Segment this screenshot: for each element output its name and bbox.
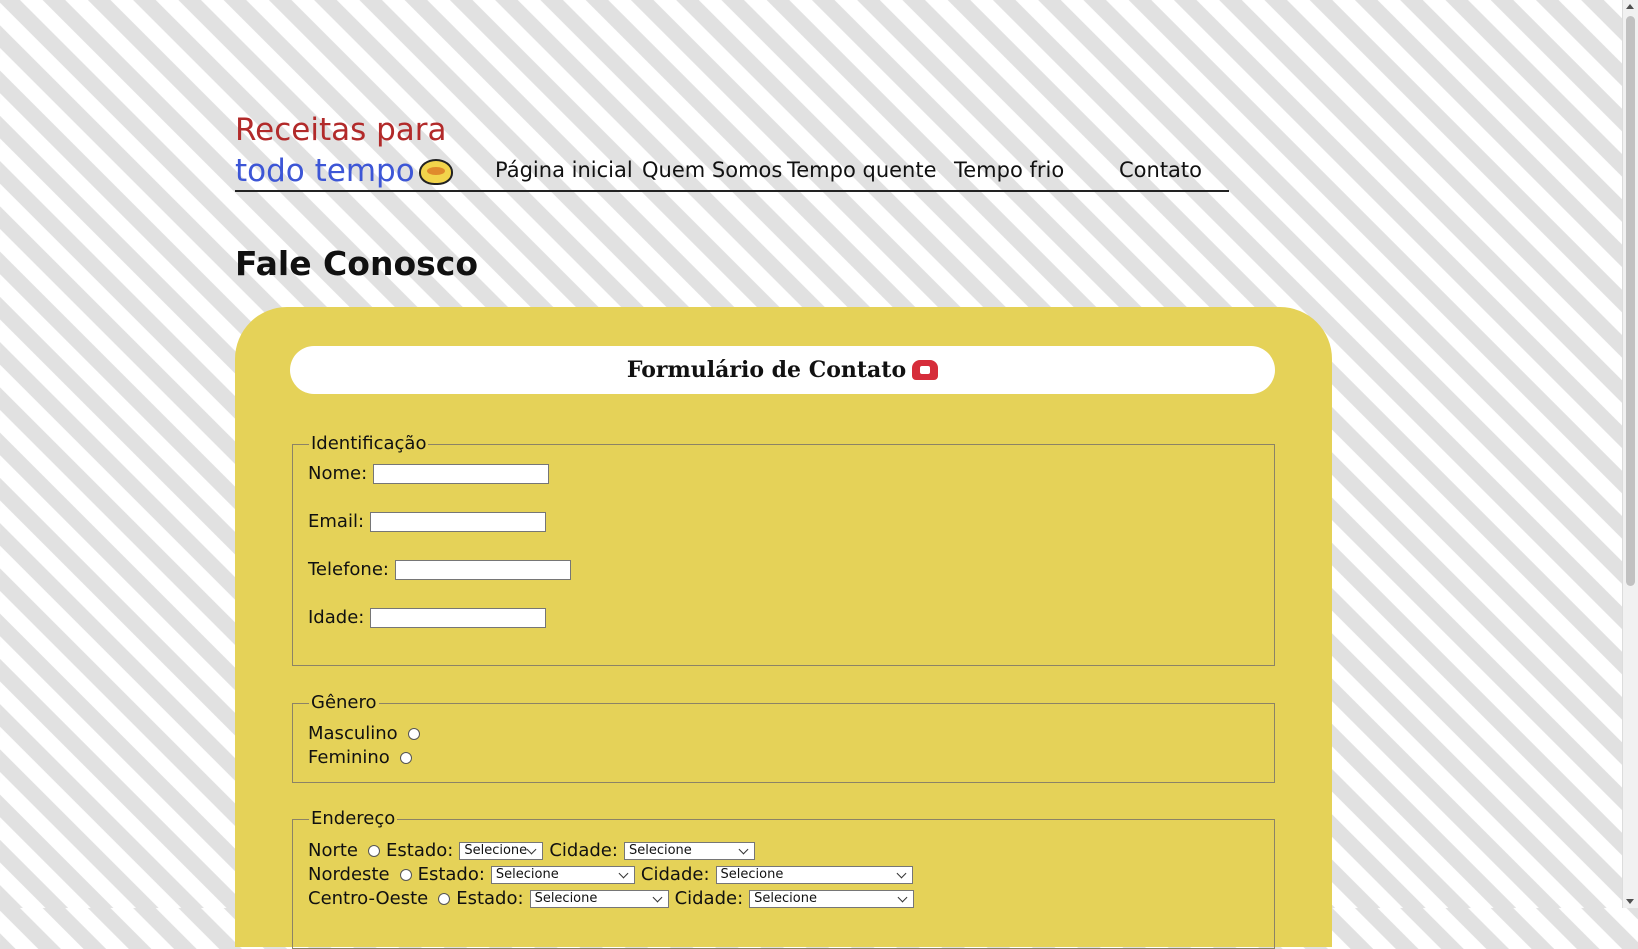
nav-cold-weather[interactable]: Tempo frio bbox=[954, 158, 1064, 182]
identification-fieldset: Identificação Nome: Email: Telefone: Ida… bbox=[292, 433, 1275, 666]
chevron-down-icon bbox=[897, 892, 908, 902]
name-label: Nome: bbox=[308, 463, 368, 484]
age-row: Idade: bbox=[308, 607, 547, 628]
phone-input[interactable] bbox=[394, 559, 571, 580]
gender-male-radio[interactable] bbox=[407, 727, 420, 740]
city-select-value: Selecione bbox=[720, 866, 784, 882]
region-radio[interactable] bbox=[438, 892, 451, 905]
gender-female-label: Feminino bbox=[308, 747, 390, 768]
state-label: Estado: bbox=[386, 840, 454, 861]
city-label: Cidade: bbox=[549, 840, 618, 861]
name-row: Nome: bbox=[308, 463, 550, 484]
state-select-value: Selecione bbox=[495, 866, 559, 882]
nav-about[interactable]: Quem Somos bbox=[642, 158, 782, 182]
city-label: Cidade: bbox=[640, 864, 710, 885]
region-row-nordeste: Nordeste Estado: Selecione Cidade: Selec… bbox=[308, 864, 913, 885]
phone-row: Telefone: bbox=[308, 559, 571, 580]
city-label: Cidade: bbox=[674, 888, 744, 909]
gender-male-label: Masculino bbox=[308, 723, 398, 744]
main-nav: Página inicial Quem Somos Tempo quente T… bbox=[235, 150, 1229, 192]
nav-contact[interactable]: Contato bbox=[1119, 158, 1202, 182]
contact-form-card: Formulário de Contato Identificação Nome… bbox=[235, 307, 1332, 949]
state-select[interactable]: Selecione bbox=[490, 865, 635, 884]
gender-female-row: Feminino bbox=[308, 747, 412, 768]
region-row-norte: Norte Estado: Selecione Cidade: Selecion… bbox=[308, 840, 755, 861]
chevron-down-icon bbox=[738, 844, 749, 854]
region-radio[interactable] bbox=[399, 868, 412, 881]
chevron-down-icon bbox=[618, 868, 629, 878]
scroll-up-arrow-icon[interactable] bbox=[1626, 4, 1634, 9]
page-scrollbar[interactable] bbox=[1622, 0, 1638, 908]
state-label: Estado: bbox=[417, 864, 485, 885]
city-select[interactable]: Selecione bbox=[623, 841, 755, 860]
address-legend: Endereço bbox=[309, 808, 398, 829]
city-select[interactable]: Selecione bbox=[715, 865, 913, 884]
state-select-value: Selecione bbox=[464, 842, 528, 858]
region-label: Centro-Oeste bbox=[308, 888, 429, 909]
region-label: Nordeste bbox=[308, 864, 390, 885]
state-select[interactable]: Selecione bbox=[459, 841, 544, 860]
name-input[interactable] bbox=[373, 463, 550, 484]
age-input[interactable] bbox=[370, 607, 547, 628]
phone-label: Telefone: bbox=[308, 559, 389, 580]
region-label: Norte bbox=[308, 840, 359, 861]
age-label: Idade: bbox=[308, 607, 365, 628]
nav-hot-weather[interactable]: Tempo quente bbox=[787, 158, 937, 182]
chevron-down-icon bbox=[896, 868, 906, 878]
logo-line-1: Receitas para bbox=[235, 112, 447, 148]
nav-home[interactable]: Página inicial bbox=[495, 158, 633, 182]
email-row: Email: bbox=[308, 511, 547, 532]
identification-legend: Identificação bbox=[309, 433, 429, 454]
form-title: Formulário de Contato bbox=[626, 357, 907, 383]
gender-fieldset: Gênero Masculino Feminino bbox=[292, 692, 1275, 783]
gender-male-row: Masculino bbox=[308, 723, 420, 744]
region-row-centro-oeste: Centro-Oeste Estado: Selecione Cidade: S… bbox=[308, 888, 915, 909]
gender-legend: Gênero bbox=[309, 692, 379, 713]
scrollbar-thumb[interactable] bbox=[1626, 16, 1635, 586]
city-select-value: Selecione bbox=[754, 890, 817, 906]
state-select[interactable]: Selecione bbox=[529, 889, 669, 908]
chevron-down-icon bbox=[526, 844, 537, 854]
scroll-down-arrow-icon[interactable] bbox=[1626, 899, 1634, 904]
address-fieldset: Endereço Norte Estado: Selecione Cidade:… bbox=[292, 808, 1275, 949]
region-radio[interactable] bbox=[368, 844, 381, 857]
city-select-value: Selecione bbox=[628, 842, 692, 858]
state-label: Estado: bbox=[456, 888, 524, 909]
email-label: Email: bbox=[308, 511, 365, 532]
email-input[interactable] bbox=[370, 511, 547, 532]
page-title: Fale Conosco bbox=[235, 244, 478, 283]
phone-icon bbox=[912, 360, 939, 380]
city-select[interactable]: Selecione bbox=[749, 889, 915, 908]
gender-female-radio[interactable] bbox=[399, 751, 412, 764]
state-select-value: Selecione bbox=[534, 890, 598, 906]
form-header: Formulário de Contato bbox=[290, 346, 1275, 394]
chevron-down-icon bbox=[652, 892, 663, 902]
